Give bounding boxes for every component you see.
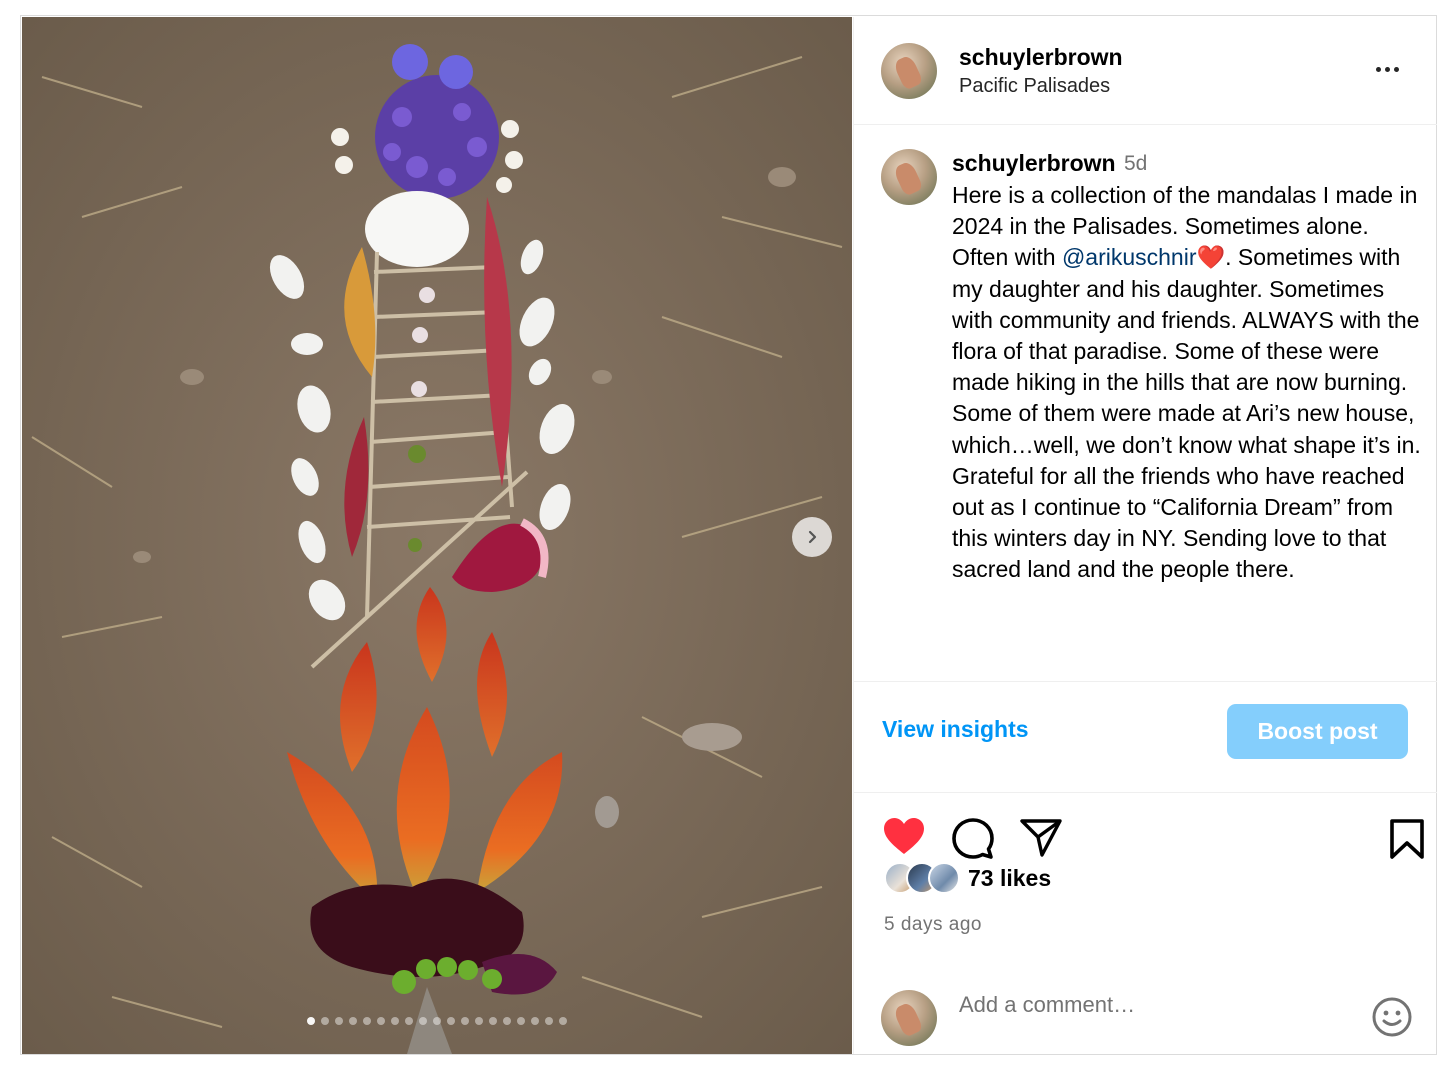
heart-filled-icon[interactable]: [882, 816, 926, 856]
add-comment-section: [854, 957, 1437, 1054]
smiley-icon[interactable]: [1371, 996, 1413, 1038]
post-image[interactable]: [22, 17, 852, 1054]
comment-bubble-icon[interactable]: [951, 817, 995, 861]
insights-bar: View insights Boost post: [854, 681, 1437, 793]
carousel-dot: [335, 1017, 343, 1025]
carousel-dot: [447, 1017, 455, 1025]
carousel-dot: [517, 1017, 525, 1025]
post-header: schuylerbrown Pacific Palisades: [854, 17, 1437, 125]
post-sidebar: schuylerbrown Pacific Palisades schuyler…: [853, 17, 1437, 1054]
caption-username[interactable]: schuylerbrown: [952, 150, 1116, 177]
carousel-dot: [405, 1017, 413, 1025]
carousel-indicator: [22, 1017, 852, 1029]
header-username[interactable]: schuylerbrown: [959, 44, 1123, 71]
comment-input[interactable]: [959, 987, 1329, 1023]
more-options-icon[interactable]: [1367, 57, 1407, 81]
caption-section: schuylerbrown 5d Here is a collection of…: [854, 125, 1437, 681]
mention-link[interactable]: @arikuschnir: [1062, 244, 1197, 270]
instagram-post: schuylerbrown Pacific Palisades schuyler…: [20, 15, 1437, 1055]
post-timestamp[interactable]: 5 days ago: [884, 914, 982, 936]
header-location[interactable]: Pacific Palisades: [959, 75, 1110, 98]
likes-count[interactable]: 73 likes: [968, 865, 1051, 892]
chevron-right-icon: [808, 530, 817, 544]
carousel-dot: [391, 1017, 399, 1025]
carousel-dot: [307, 1017, 315, 1025]
carousel-dot: [545, 1017, 553, 1025]
carousel-dot: [363, 1017, 371, 1025]
likes-row[interactable]: 73 likes: [884, 860, 1051, 896]
heart-emoji: ❤️: [1196, 244, 1226, 271]
carousel-dot: [419, 1017, 427, 1025]
carousel-dot: [489, 1017, 497, 1025]
carousel-next-button[interactable]: [792, 517, 832, 557]
carousel-dot: [475, 1017, 483, 1025]
caption-text-part2: . Sometimes with my daughter and his dau…: [952, 244, 1428, 583]
boost-post-button[interactable]: Boost post: [1227, 704, 1408, 759]
view-insights-link[interactable]: View insights: [882, 716, 1029, 743]
carousel-dot: [377, 1017, 385, 1025]
mandala-photo: [22, 17, 852, 1054]
caption-timestamp[interactable]: 5d: [1124, 152, 1147, 176]
carousel-dot: [559, 1017, 567, 1025]
caption-avatar[interactable]: [881, 149, 937, 205]
liker-avatar: [928, 862, 960, 894]
carousel-dot: [503, 1017, 511, 1025]
bookmark-icon[interactable]: [1389, 818, 1425, 860]
carousel-dot: [349, 1017, 357, 1025]
carousel-dot: [433, 1017, 441, 1025]
carousel-dot: [531, 1017, 539, 1025]
paper-plane-icon[interactable]: [1019, 818, 1063, 858]
caption-text: Here is a collection of the mandalas I m…: [952, 180, 1422, 586]
carousel-dot: [321, 1017, 329, 1025]
comment-avatar: [881, 990, 937, 1046]
avatar[interactable]: [881, 43, 937, 99]
carousel-dot: [461, 1017, 469, 1025]
